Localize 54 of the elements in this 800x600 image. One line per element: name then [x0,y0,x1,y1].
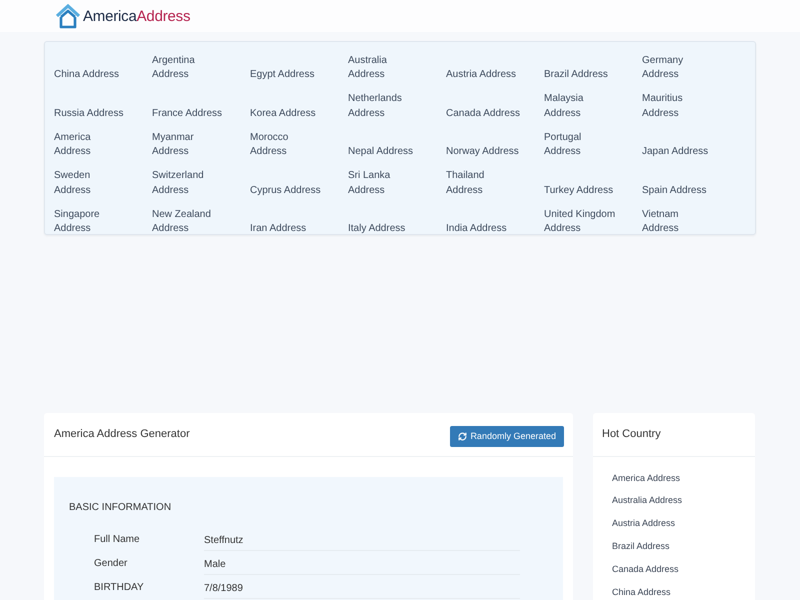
country-link[interactable]: Norway Address [446,146,519,157]
country-link[interactable]: Japan Address [642,146,708,157]
country-link[interactable]: Morocco Address [250,130,290,160]
field-label: Full Name [94,533,140,547]
country-link[interactable]: Austria Address [446,69,516,80]
field-value: Male [204,554,520,574]
refresh-icon [458,432,468,441]
field-value: Steffnutz [204,530,520,550]
country-link[interactable]: Sri Lanka Address [348,169,392,198]
country-link[interactable]: Australia Address [348,54,388,82]
hot-country-link[interactable]: China Address [612,586,671,600]
country-link[interactable]: Malaysia Address [544,92,585,121]
country-link[interactable]: France Address [152,108,222,118]
country-link[interactable]: China Address [54,69,120,80]
country-link[interactable]: Portugal Address [544,130,583,160]
house-logo-icon [55,4,81,28]
logo-text[interactable]: AmericaAddress [83,8,190,24]
country-link[interactable]: Vietnam Address [642,208,680,236]
country-link[interactable]: United Kingdom Address [544,208,617,236]
country-link[interactable]: Mauritius Address [642,92,684,121]
country-link[interactable]: Iran Address [250,223,306,234]
country-link[interactable]: Nepal Address [348,146,414,157]
hot-country-link[interactable]: Austria Address [612,517,676,531]
country-link[interactable]: Italy Address [348,223,406,234]
hot-country-link[interactable]: Brazil Address [612,540,670,554]
field-label: Gender [94,557,128,571]
country-link[interactable]: Myanmar Address [152,130,195,160]
country-link[interactable]: Germany Address [642,54,685,82]
country-link[interactable]: Brazil Address [544,69,608,80]
hot-country-link[interactable]: Canada Address [612,562,679,576]
country-link[interactable]: Canada Address [446,108,520,118]
hot-country-link[interactable]: Australia Address [612,494,682,508]
country-link[interactable]: Thailand Address [446,169,486,198]
randomly-generated-button[interactable]: Randomly Generated [450,426,564,447]
field-label: BIRTHDAY [94,581,144,595]
country-link[interactable]: Netherlands Address [348,92,403,121]
card-title: Hot Country [602,427,661,442]
country-link[interactable]: Switzerland Address [152,169,205,198]
section-title: BASIC INFORMATION [69,502,172,514]
country-link[interactable]: India Address [446,223,507,234]
country-link[interactable]: Sweden Address [54,169,92,198]
card-title: America Address Generator [54,427,190,442]
country-link[interactable]: America Address [54,130,92,160]
country-link[interactable]: Singapore Address [54,208,101,236]
country-link[interactable]: Spain Address [642,184,706,196]
country-link[interactable]: New Zealand Address [152,208,212,236]
country-link[interactable]: Russia Address [54,108,124,118]
country-link[interactable]: Cyprus Address [250,184,321,196]
country-link[interactable]: Egypt Address [250,69,314,80]
field-value: 7/8/1989 [204,578,520,598]
country-link[interactable]: Argentina Address [152,54,196,82]
country-link[interactable]: Turkey Address [544,184,614,196]
hot-country-link[interactable]: America Address [612,472,680,486]
country-link[interactable]: Korea Address [250,108,316,118]
